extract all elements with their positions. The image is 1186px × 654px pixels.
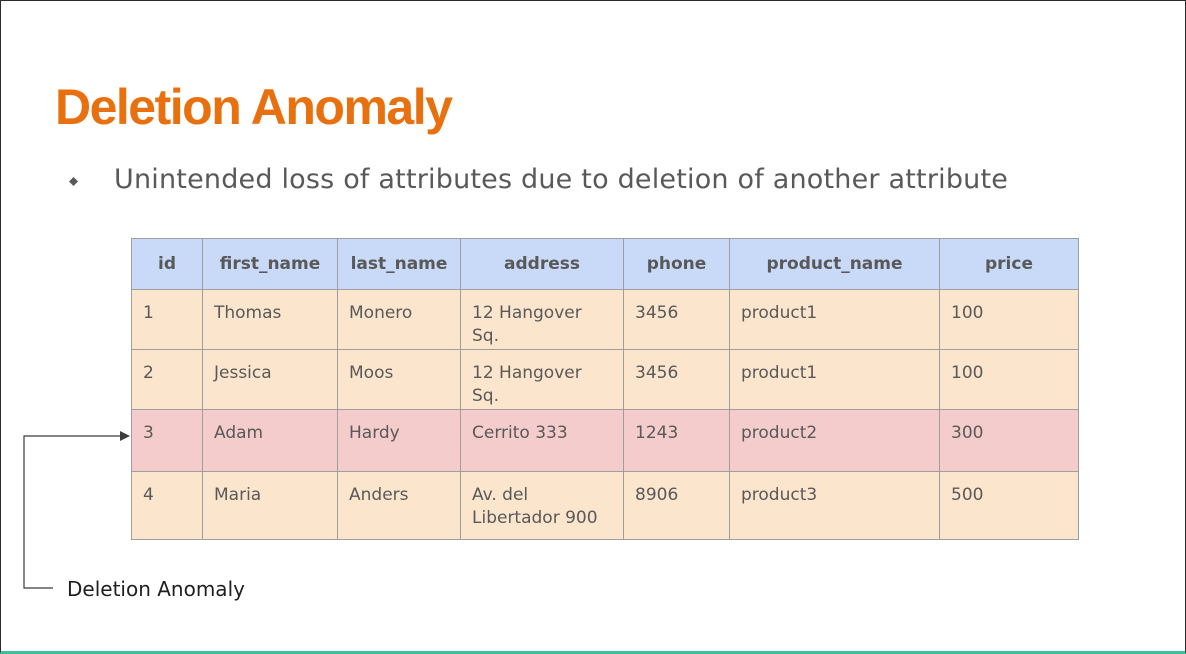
cell-phone: 8906 — [623, 471, 730, 540]
slide-title: Deletion Anomaly — [55, 79, 453, 135]
cell-address: Cerrito 333 — [460, 409, 624, 472]
cell-price: 500 — [939, 471, 1079, 540]
cell-last-name: Moos — [337, 349, 461, 410]
cell-phone: 1243 — [623, 409, 730, 472]
cell-last-name: Anders — [337, 471, 461, 540]
cell-id: 2 — [131, 349, 203, 410]
cell-last-name: Monero — [337, 289, 461, 350]
column-header-product-name: product_name — [729, 238, 940, 290]
column-header-first-name: first_name — [202, 238, 338, 290]
diamond-bullet-icon — [69, 176, 78, 186]
cell-product-name: product2 — [729, 409, 940, 472]
table-header-row: id first_name last_name address phone pr… — [131, 238, 1079, 290]
cell-address: 12 Hangover Sq. — [460, 349, 624, 410]
cell-price: 100 — [939, 289, 1079, 350]
cell-first-name: Maria — [202, 471, 338, 540]
table-row: 1 Thomas Monero 12 Hangover Sq. 3456 pro… — [131, 289, 1079, 350]
table-row: 2 Jessica Moos 12 Hangover Sq. 3456 prod… — [131, 349, 1079, 410]
cell-product-name: product3 — [729, 471, 940, 540]
cell-price: 300 — [939, 409, 1079, 472]
cell-phone: 3456 — [623, 349, 730, 410]
cell-id: 3 — [131, 409, 203, 472]
column-header-phone: phone — [623, 238, 730, 290]
cell-phone: 3456 — [623, 289, 730, 350]
column-header-id: id — [131, 238, 203, 290]
cell-first-name: Adam — [202, 409, 338, 472]
column-header-address: address — [460, 238, 624, 290]
cell-first-name: Thomas — [202, 289, 338, 350]
cell-price: 100 — [939, 349, 1079, 410]
cell-id: 1 — [131, 289, 203, 350]
callout-label: Deletion Anomaly — [67, 577, 245, 601]
cell-product-name: product1 — [729, 289, 940, 350]
cell-address: 12 Hangover Sq. — [460, 289, 624, 350]
slide: Deletion Anomaly Unintended loss of attr… — [0, 0, 1186, 654]
cell-last-name: Hardy — [337, 409, 461, 472]
cell-first-name: Jessica — [202, 349, 338, 410]
deleted-table-row: 3 Adam Hardy Cerrito 333 1243 product2 3… — [131, 409, 1079, 472]
customer-product-table: id first_name last_name address phone pr… — [131, 238, 1079, 540]
bullet-text: Unintended loss of attributes due to del… — [114, 164, 1009, 195]
bullet-point: Unintended loss of attributes due to del… — [69, 161, 1008, 199]
column-header-price: price — [939, 238, 1079, 290]
column-header-last-name: last_name — [337, 238, 461, 290]
cell-id: 4 — [131, 471, 203, 540]
cell-product-name: product1 — [729, 349, 940, 410]
cell-address: Av. del Libertador 900 — [460, 471, 624, 540]
arrow-right-icon — [23, 431, 130, 589]
table-row: 4 Maria Anders Av. del Libertador 900 89… — [131, 471, 1079, 540]
